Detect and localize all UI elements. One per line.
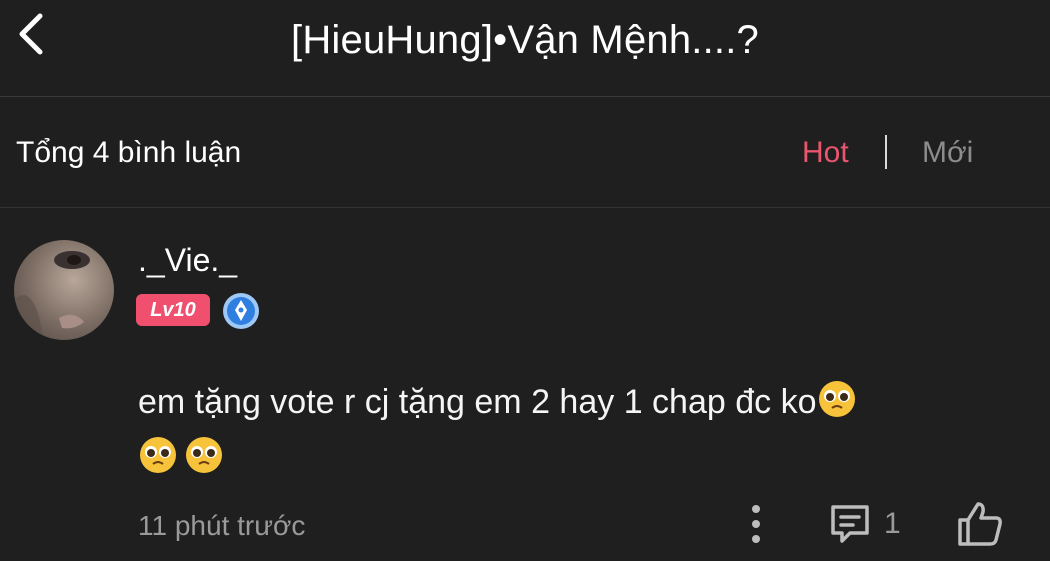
page-title: [HieuHung]•Vận Mệnh....? [291,18,759,62]
comment-text: em tặng vote r cj tặng em 2 hay 1 chap đ… [138,383,817,421]
comment-count: Tổng 4 bình luận [16,136,242,169]
pleading-face-emoji [186,437,222,473]
sort-divider [885,135,887,169]
more-options-button[interactable] [740,500,772,548]
like-icon [958,502,1002,546]
reply-count: 1 [884,507,901,540]
avatar[interactable] [14,240,114,340]
reply-icon [831,505,869,543]
username[interactable]: ._Vie._ [138,238,237,282]
sort-hot-tab[interactable]: Hot [802,133,849,173]
comment-body: em tặng vote r cj tặng em 2 hay 1 chap đ… [138,374,1018,486]
comment-timestamp: 11 phút trước [138,510,306,541]
more-icon [752,505,760,543]
avatar-image [14,251,90,340]
pleading-face-emoji [140,437,176,473]
sort-new-tab[interactable]: Mới [922,133,973,173]
level-badge: Lv10 [136,294,210,326]
pleading-face-emoji [818,381,855,417]
like-button[interactable] [954,500,1006,548]
comment-summary-bar: Tổng 4 bình luận Hot Mới [0,97,1050,208]
verified-icon [223,293,259,329]
reply-button[interactable]: 1 [828,502,918,546]
header: [HieuHung]•Vận Mệnh....? [0,0,1050,97]
